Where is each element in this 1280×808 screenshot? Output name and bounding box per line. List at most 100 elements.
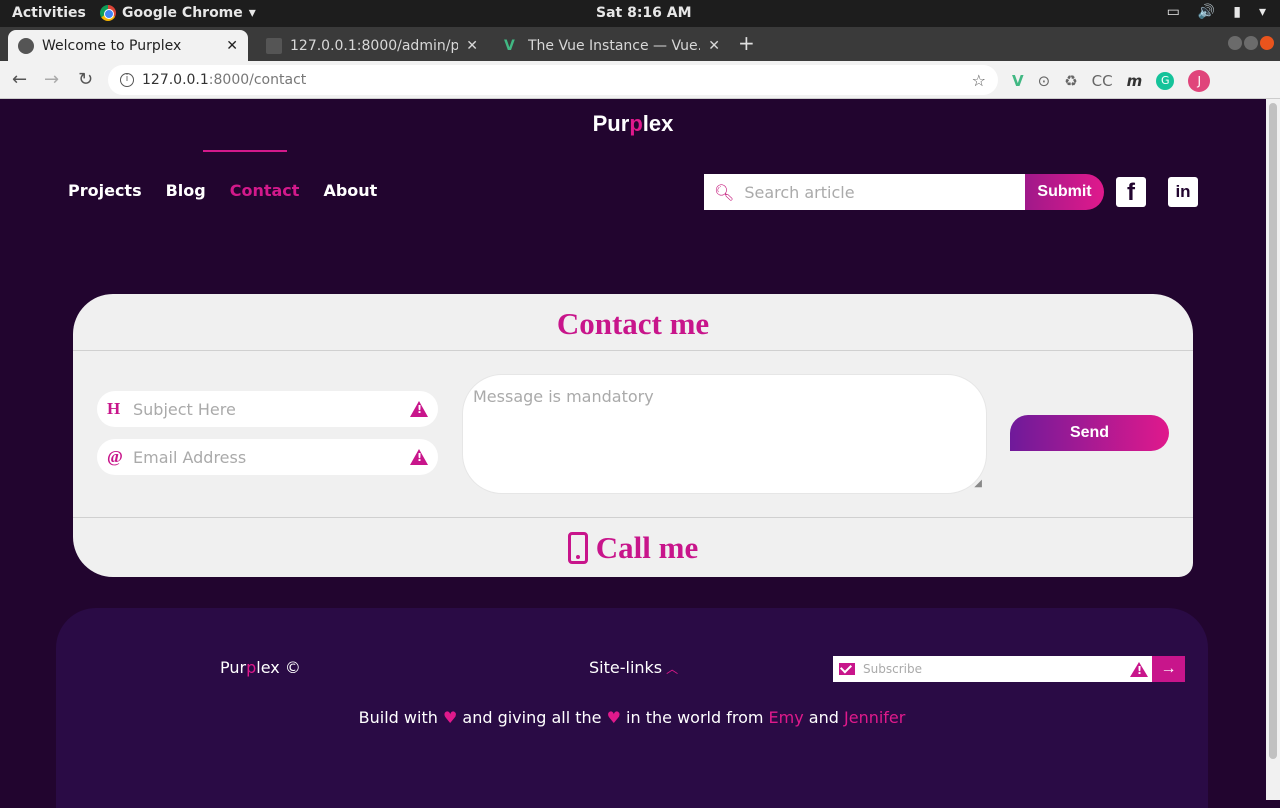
envelope-icon [839,663,855,675]
nav-blog[interactable]: Blog [166,181,206,200]
code-extension-icon[interactable]: ⊙ [1038,72,1051,90]
info-icon[interactable]: i [120,73,134,87]
chrome-icon [100,5,116,21]
heart-icon: ♥ [606,708,621,727]
nav-about[interactable]: About [323,181,377,200]
tab-strip: Welcome to Purplex ✕ 127.0.0.1:8000/admi… [0,27,1280,61]
email-input[interactable] [133,447,410,467]
author-link-jennifer[interactable]: Jennifer [844,708,905,727]
close-window-button[interactable] [1260,36,1274,50]
chevron-up-icon: ︿ [666,662,679,676]
tab-title: The Vue Instance — Vue.js [528,37,701,54]
arrow-right-icon: → [1160,660,1177,677]
logo-text: Pur [592,111,630,136]
close-icon[interactable]: ✕ [466,38,478,54]
clock[interactable]: Sat 8:16 AM [596,5,692,21]
call-me-heading[interactable]: Call me [73,530,1193,566]
logo-highlight: p [629,111,643,136]
webpage: Purplex Projects Blog Contact About 🔍︎ S… [0,99,1266,808]
subscribe-field [833,656,1152,682]
message-box: ◢ [462,374,987,494]
system-tray[interactable]: ▭ 🔊 ▮ ▾ [1167,4,1266,20]
call-me-label: Call me [595,530,699,565]
resize-handle-icon[interactable]: ◢ [974,478,982,489]
send-button[interactable]: Send [1010,415,1169,451]
divider [73,350,1193,351]
forward-arrow-icon[interactable]: → [44,69,59,90]
tab-title: Welcome to Purplex [42,37,182,54]
bookmark-star-icon[interactable]: ☆ [972,71,986,90]
contact-title: Contact me [556,306,710,341]
nav-contact[interactable]: Contact [230,181,300,200]
main-nav: Projects Blog Contact About [68,181,377,200]
brand-text: lex © [256,658,301,677]
grammarly-icon[interactable]: G [1156,72,1175,90]
subject-input[interactable] [133,399,410,419]
window-controls [1228,36,1274,50]
new-tab-button[interactable]: + [738,31,755,55]
activities-button[interactable]: Activities [12,5,86,21]
at-icon: @ [107,447,123,466]
vue-devtools-icon[interactable]: V [1012,72,1024,90]
tab-welcome[interactable]: Welcome to Purplex ✕ [8,30,248,61]
subscribe-button[interactable]: → [1152,656,1185,682]
battery-icon[interactable]: ▮ [1233,4,1241,20]
app-menu[interactable]: Google Chrome ▾ [100,5,256,21]
profile-avatar[interactable]: J [1188,70,1211,92]
warning-icon [1130,661,1148,677]
phone-icon [567,532,588,564]
credits-text: and giving all the [462,708,602,727]
scrollbar-thumb[interactable] [1269,103,1277,759]
warning-icon [410,401,428,417]
page-scrollbar[interactable] [1266,99,1280,800]
page-icon [266,37,282,54]
app-name: Google Chrome [122,5,243,21]
url-host: 127.0.0.1 [142,72,209,88]
facebook-icon[interactable]: f [1116,177,1146,207]
volume-icon[interactable]: 🔊 [1198,4,1215,20]
globe-icon [18,37,34,54]
author-link-emy[interactable]: Emy [769,708,804,727]
screen-icon[interactable]: ▭ [1167,4,1180,20]
site-logo[interactable]: Purplex [0,111,1266,137]
search-field: 🔍︎ [704,174,1025,210]
m-extension-icon[interactable]: m [1127,72,1143,90]
tab-admin[interactable]: 127.0.0.1:8000/admin/pos ✕ [256,30,488,61]
tab-title: 127.0.0.1:8000/admin/pos [290,37,459,54]
active-nav-indicator [203,150,287,152]
tab-vue[interactable]: V The Vue Instance — Vue.js ✕ [494,30,730,61]
footer-brand: Purplex © [220,658,301,677]
address-bar: ← → ↻ i 127.0.0.1:8000/contact ☆ V ⊙ ♻ C… [0,61,1280,99]
extensions-area: V ⊙ ♻ CC m G J [1012,70,1211,92]
email-field: @ [97,439,438,475]
search-submit-button[interactable]: Submit [1025,174,1104,210]
subscribe-input[interactable] [863,662,1130,676]
minimize-button[interactable] [1228,36,1242,50]
credits: Build with ♥ and giving all the ♥ in the… [56,708,1208,727]
brand-highlight: p [246,658,257,677]
system-top-bar: Activities Google Chrome ▾ Sat 8:16 AM ▭… [0,0,1280,27]
search-icon: 🔍︎ [714,182,735,202]
maximize-button[interactable] [1244,36,1258,50]
nav-projects[interactable]: Projects [68,181,142,200]
divider [73,517,1193,518]
url-field[interactable]: i 127.0.0.1:8000/contact ☆ [108,65,998,95]
site-links-label: Site-links [589,658,663,677]
reload-icon[interactable]: ↻ [78,69,93,90]
back-arrow-icon[interactable]: ← [12,69,27,90]
heading-icon: H [107,399,121,418]
subscribe-form: → [833,656,1185,682]
close-icon[interactable]: ✕ [226,38,238,54]
credits-text: Build with [358,708,438,727]
heart-icon: ♥ [442,708,458,727]
site-links-toggle[interactable]: Site-links ︿ [589,658,678,677]
brand-text: Pur [220,658,247,677]
linkedin-icon[interactable]: in [1168,177,1198,207]
search-input[interactable] [744,182,1015,202]
recycle-icon[interactable]: ♻ [1064,72,1077,90]
chevron-down-icon[interactable]: ▾ [1259,4,1266,20]
cc-icon[interactable]: CC [1092,72,1113,90]
contact-card: Contact me H @ ◢ Send Call me [73,294,1193,577]
message-textarea[interactable] [473,387,976,481]
close-icon[interactable]: ✕ [708,38,720,54]
